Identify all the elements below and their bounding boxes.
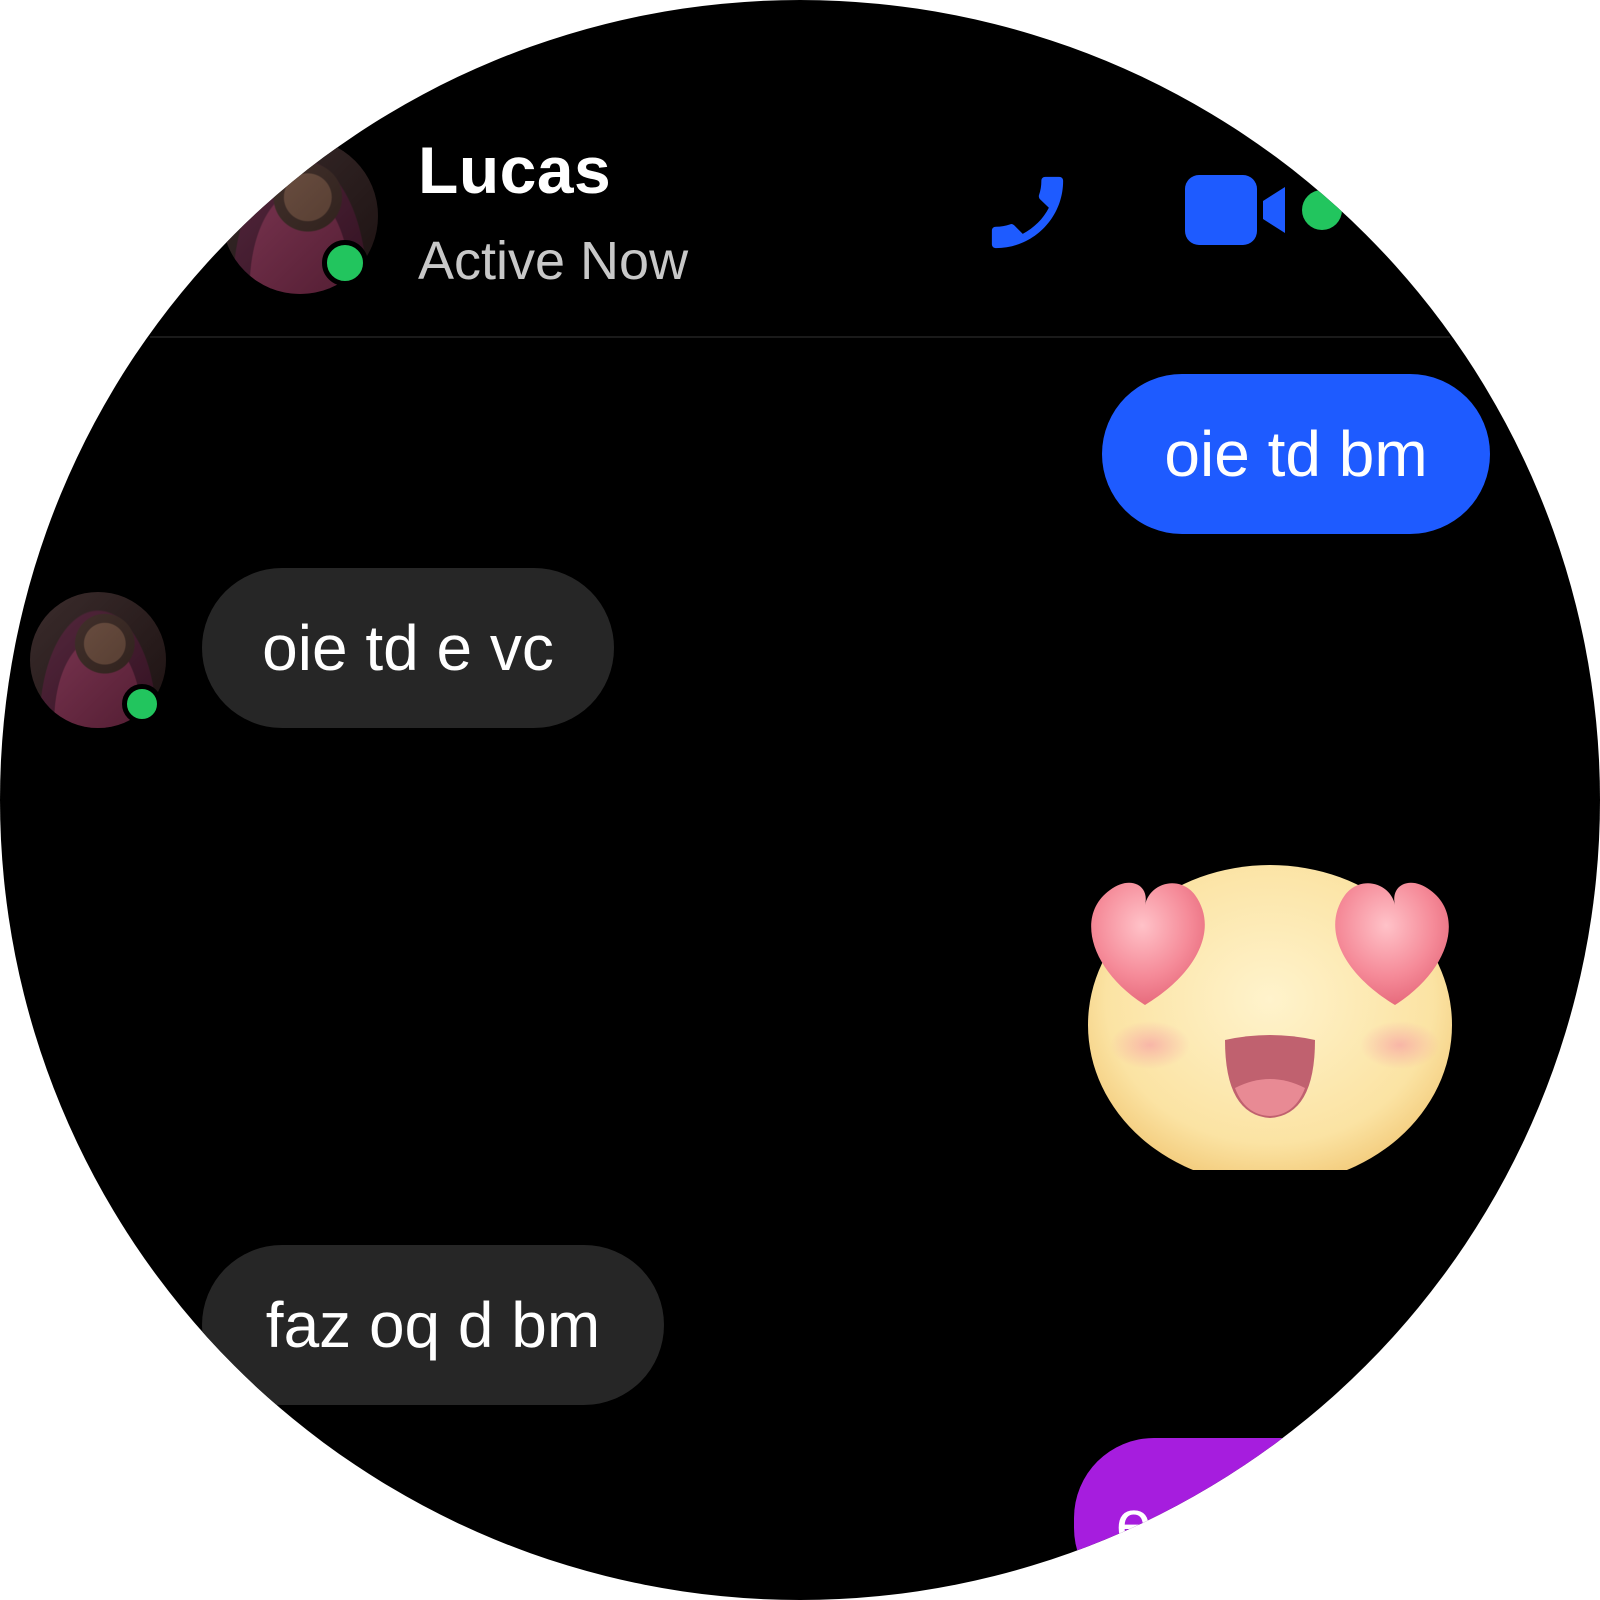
- heart-eyes-emoji[interactable]: [1070, 830, 1470, 1185]
- phone-icon[interactable]: [980, 165, 1075, 260]
- message-bubble-received[interactable]: faz oq d bm: [202, 1245, 664, 1405]
- watch-screen: Lucas Active Now oie td bm oie td e vc f…: [0, 0, 1600, 1600]
- presence-indicator: [122, 684, 162, 724]
- message-bubble-received[interactable]: oie td e vc: [202, 568, 614, 728]
- video-camera-icon[interactable]: [1185, 175, 1295, 245]
- contact-status: Active Now: [418, 231, 689, 291]
- message-text: oie td bm: [1164, 418, 1428, 490]
- header-divider: [150, 336, 1450, 338]
- message-text: e: [1116, 1487, 1152, 1559]
- presence-indicator: [322, 240, 368, 286]
- message-text: faz oq d bm: [265, 1289, 601, 1361]
- message-bubble-sent[interactable]: e: [1074, 1438, 1600, 1600]
- video-presence-indicator: [1302, 190, 1342, 230]
- contact-name[interactable]: Lucas: [418, 132, 611, 208]
- message-bubble-sent[interactable]: oie td bm: [1102, 374, 1490, 534]
- chat-header: Lucas Active Now: [0, 0, 1600, 336]
- message-text: oie td e vc: [262, 612, 554, 684]
